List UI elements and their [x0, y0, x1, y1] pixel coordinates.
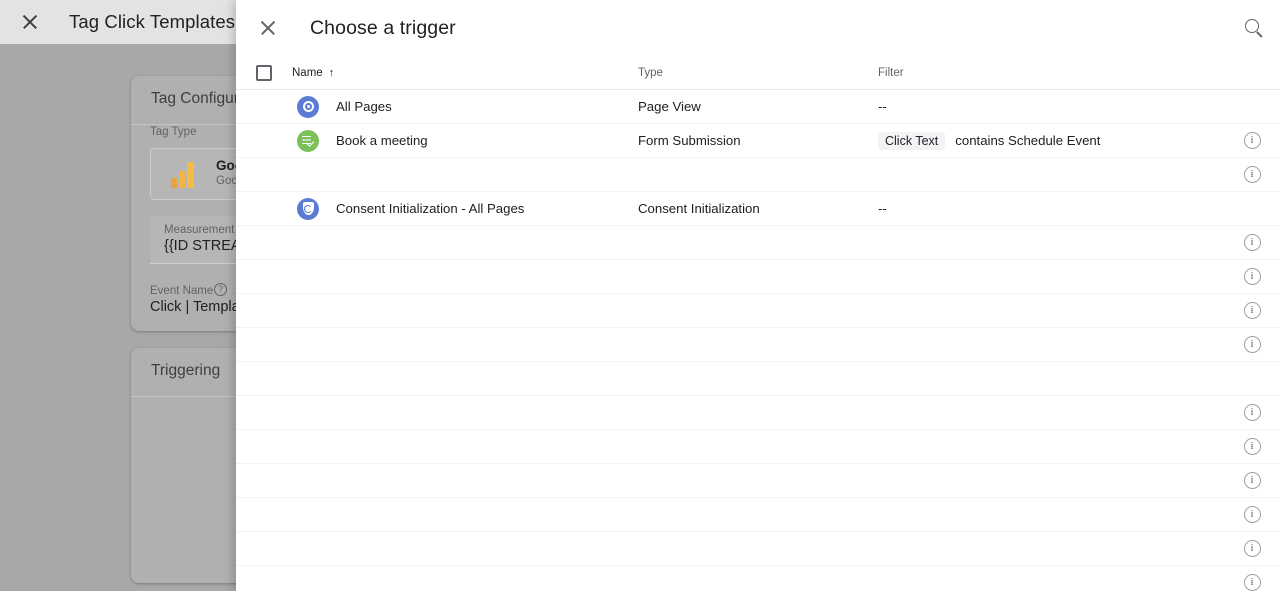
- triggers-table: Name ↑ Type Filter All Pages Page View -- B…: [236, 56, 1280, 591]
- close-icon[interactable]: [256, 16, 280, 40]
- page-view-icon: [297, 95, 319, 118]
- trigger-filter: --: [878, 99, 1224, 114]
- info-icon[interactable]: i: [1243, 234, 1261, 251]
- column-header-name[interactable]: Name ↑: [292, 67, 638, 79]
- trigger-type: Form Submission: [638, 133, 741, 148]
- row-name-cell: Consent Initialization - All Pages: [292, 197, 638, 220]
- close-icon[interactable]: [18, 10, 42, 34]
- row-info-cell: i: [1224, 166, 1280, 183]
- column-header-type[interactable]: Type: [638, 67, 878, 79]
- trigger-type: Page View: [638, 99, 701, 114]
- table-row: i: [236, 430, 1280, 464]
- info-icon[interactable]: i: [1243, 268, 1261, 285]
- trigger-filter: Click Text contains Schedule Event: [878, 131, 1224, 150]
- table-row: i: [236, 158, 1280, 192]
- tag-configuration-title: Tag Configura: [151, 90, 248, 107]
- dialog-title: Choose a trigger: [310, 16, 456, 39]
- row-info-cell: i: [1224, 540, 1280, 557]
- trigger-name: All Pages: [336, 99, 392, 114]
- table-row[interactable]: All Pages Page View --: [236, 90, 1280, 124]
- table-row: i: [236, 328, 1280, 362]
- table-row[interactable]: Book a meeting Form Submission Click Text c…: [236, 124, 1280, 158]
- select-all-checkbox[interactable]: [256, 64, 272, 81]
- help-icon[interactable]: ?: [214, 283, 227, 296]
- measurement-label: Measurement: [164, 224, 235, 236]
- search-button[interactable]: [1234, 8, 1274, 48]
- choose-trigger-dialog: Choose a trigger Name ↑ Type Filter All …: [236, 0, 1280, 591]
- row-info-cell: i: [1224, 132, 1280, 149]
- table-row: [236, 362, 1280, 396]
- row-info-cell: i: [1224, 438, 1280, 455]
- sort-ascending-icon: ↑: [328, 66, 335, 79]
- info-icon[interactable]: i: [1243, 472, 1261, 489]
- row-info-cell: i: [1224, 404, 1280, 421]
- row-info-cell: i: [1224, 268, 1280, 285]
- info-icon[interactable]: i: [1243, 574, 1261, 591]
- info-icon[interactable]: i: [1243, 540, 1261, 557]
- info-icon[interactable]: i: [1243, 404, 1261, 421]
- table-row: i: [236, 566, 1280, 591]
- table-row: i: [236, 498, 1280, 532]
- row-info-cell: i: [1224, 506, 1280, 523]
- column-header-filter[interactable]: Filter: [878, 67, 1224, 79]
- trigger-name: Consent Initialization - All Pages: [336, 201, 525, 216]
- triggering-title: Triggering: [151, 362, 221, 379]
- info-icon[interactable]: i: [1243, 132, 1261, 149]
- row-info-cell: i: [1224, 472, 1280, 489]
- trigger-type: Consent Initialization: [638, 201, 760, 216]
- table-row: i: [236, 226, 1280, 260]
- dialog-header: Choose a trigger: [236, 0, 1280, 56]
- info-icon[interactable]: i: [1243, 438, 1261, 455]
- table-row: i: [236, 294, 1280, 328]
- google-analytics-icon: [171, 162, 197, 188]
- row-name-cell: All Pages: [292, 95, 638, 118]
- form-submission-icon: [297, 129, 319, 152]
- trigger-name: Book a meeting: [336, 133, 428, 148]
- dialog-actions: [1234, 0, 1280, 56]
- table-row[interactable]: Consent Initialization - All Pages Consen…: [236, 192, 1280, 226]
- row-info-cell: i: [1224, 302, 1280, 319]
- row-name-cell: Book a meeting: [292, 129, 638, 152]
- consent-initialization-icon: [297, 197, 319, 220]
- event-name-label: Event Name: [150, 285, 214, 297]
- trigger-filter: --: [878, 201, 1224, 216]
- row-info-cell: i: [1224, 336, 1280, 353]
- background-page-title: Tag Click Templates | D: [69, 11, 264, 32]
- table-row: i: [236, 260, 1280, 294]
- table-row: i: [236, 464, 1280, 498]
- tag-type-subtitle: Goo: [216, 175, 238, 187]
- tag-type-label: Tag Type: [150, 126, 197, 138]
- screen: Tag Click Templates | D Tag Configura Ta…: [0, 0, 1280, 591]
- filter-condition: contains Schedule Event: [955, 133, 1101, 148]
- info-icon[interactable]: i: [1243, 302, 1261, 319]
- info-icon[interactable]: i: [1243, 506, 1261, 523]
- search-icon: [1244, 18, 1264, 38]
- select-all-cell: [236, 64, 292, 81]
- table-header-row: Name ↑ Type Filter: [236, 56, 1280, 90]
- table-row: i: [236, 532, 1280, 566]
- info-icon[interactable]: i: [1243, 166, 1261, 183]
- row-info-cell: i: [1224, 574, 1280, 591]
- table-row: i: [236, 396, 1280, 430]
- filter-condition: --: [878, 99, 887, 114]
- row-info-cell: i: [1224, 234, 1280, 251]
- filter-condition: --: [878, 201, 887, 216]
- info-icon[interactable]: i: [1243, 336, 1261, 353]
- filter-variable-chip: Click Text: [878, 131, 946, 150]
